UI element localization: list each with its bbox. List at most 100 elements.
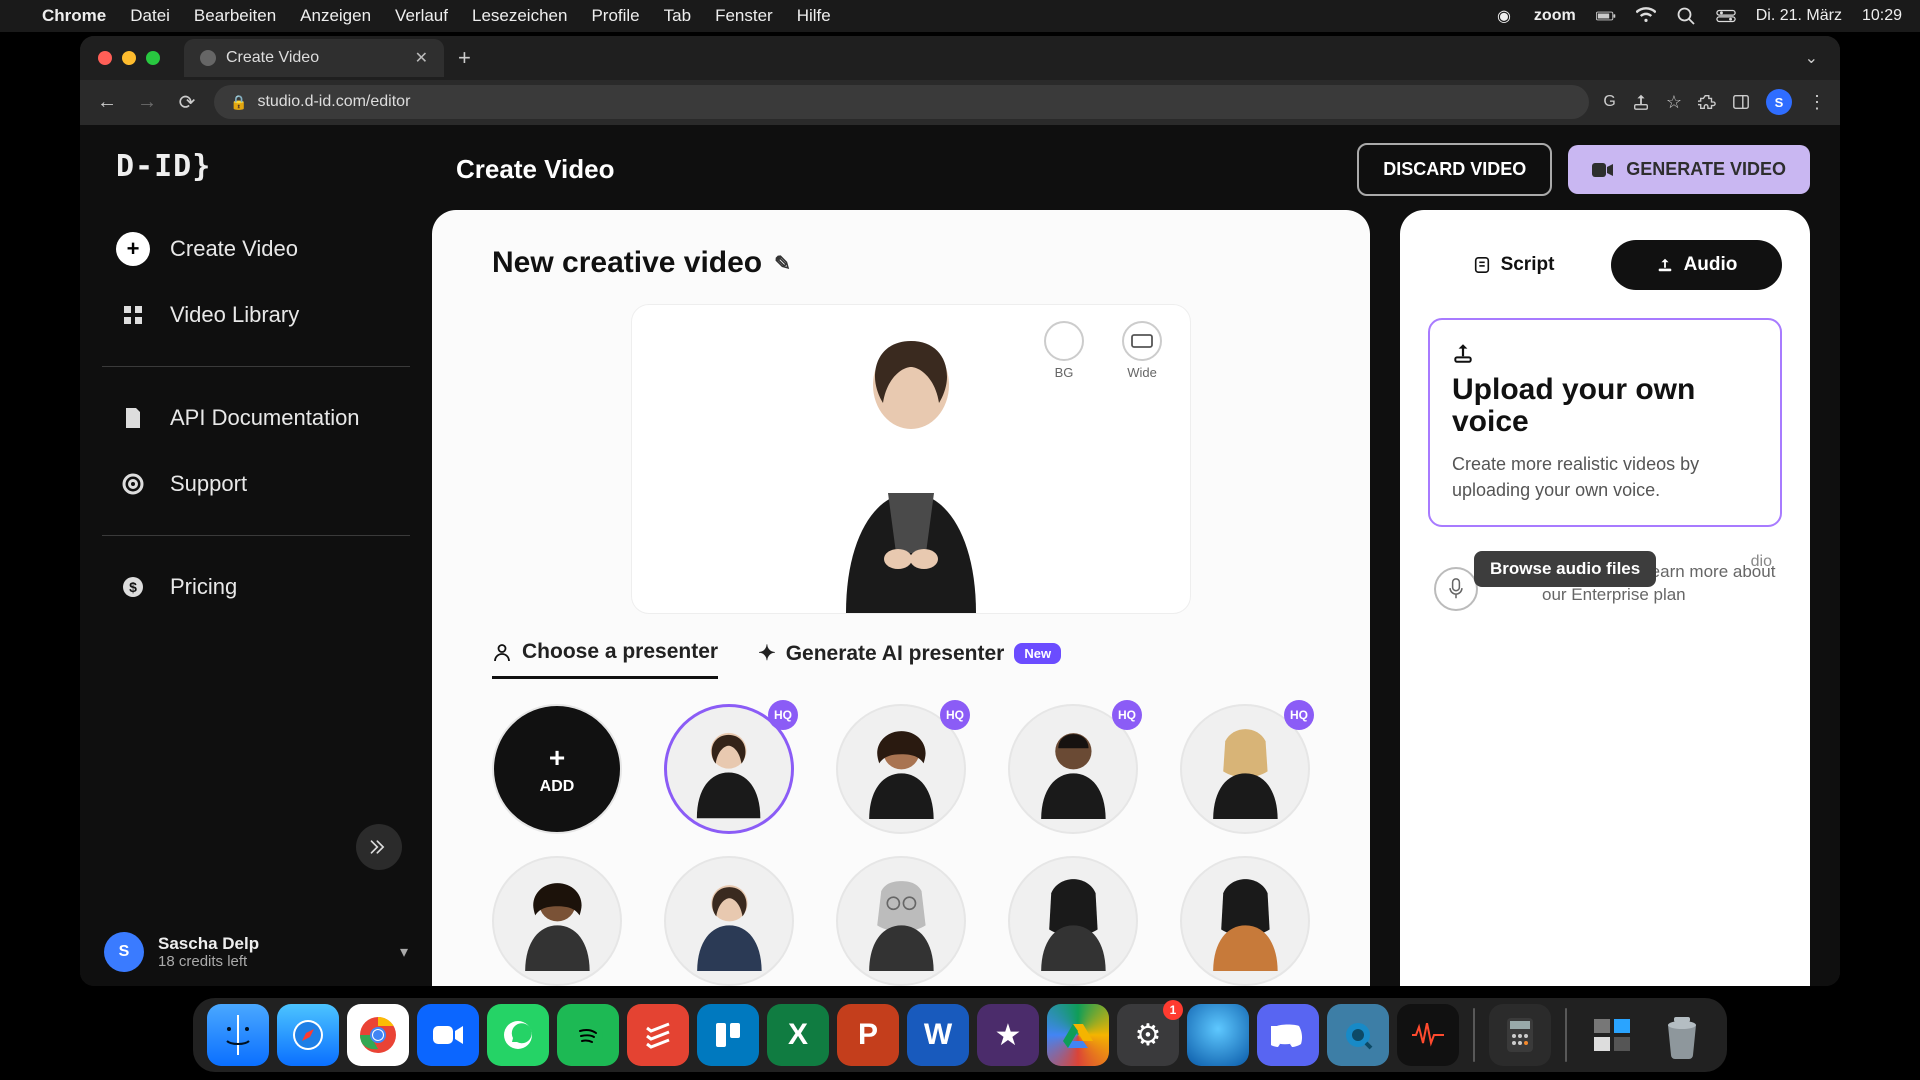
menubar-app-name[interactable]: Chrome [42,6,106,26]
dock-chrome-icon[interactable] [347,1004,409,1066]
editor-stage: New creative video ✎ [432,210,1370,986]
menubar-date[interactable]: Di. 21. März [1756,7,1842,25]
sparkle-icon: ✦ [758,641,776,666]
right-panel: Script Audio [1400,210,1810,986]
person-icon [492,642,512,662]
share-icon[interactable] [1632,93,1650,111]
aspect-wide-button[interactable]: Wide [1110,321,1174,380]
dock-imovie-icon[interactable]: ★ [977,1004,1039,1066]
presenter-option[interactable] [1008,856,1138,986]
nav-back-button[interactable]: ← [94,91,120,114]
sidebar-item-pricing[interactable]: $ Pricing [98,554,414,620]
window-minimize-icon[interactable] [122,51,136,65]
dock-safari-icon[interactable] [277,1004,339,1066]
profile-avatar[interactable]: S [1766,89,1792,115]
dock-finder-icon[interactable] [207,1004,269,1066]
background-picker-button[interactable]: BG [1032,321,1096,380]
window-zoom-icon[interactable] [146,51,160,65]
dock-discord-icon[interactable] [1257,1004,1319,1066]
tab-script[interactable]: Script [1428,240,1599,290]
brand-logo[interactable]: D-ID} [80,141,432,208]
add-presenter-button[interactable]: + ADD [492,704,622,834]
menubar-item[interactable]: Lesezeichen [472,6,567,26]
window-close-icon[interactable] [98,51,112,65]
tab-close-icon[interactable]: ✕ [415,48,428,68]
sidebar-item-label: Support [170,471,247,497]
clone-audio-suffix: dio [1751,553,1772,571]
dock-zoom-icon[interactable] [417,1004,479,1066]
wifi-icon[interactable] [1636,6,1656,26]
tab-generate-presenter[interactable]: ✦ Generate AI presenter New [758,641,1061,678]
record-status-icon[interactable]: ◉ [1494,6,1514,26]
search-icon[interactable] [1676,6,1696,26]
presenter-option[interactable] [664,856,794,986]
menubar-time[interactable]: 10:29 [1862,7,1902,25]
extensions-icon[interactable] [1698,93,1716,111]
menubar-item[interactable]: Verlauf [395,6,448,26]
button-label: GENERATE VIDEO [1626,159,1786,180]
upload-voice-card[interactable]: Upload your own voice Create more realis… [1428,318,1782,527]
sidebar-item-support[interactable]: Support [98,451,414,517]
dock-googledrive-icon[interactable] [1047,1004,1109,1066]
dock-siri-icon[interactable] [1187,1004,1249,1066]
dock-word-icon[interactable]: W [907,1004,969,1066]
menubar-item[interactable]: Hilfe [797,6,831,26]
dock-settings-icon[interactable]: ⚙1 [1117,1004,1179,1066]
translate-icon[interactable]: G [1603,93,1615,111]
dock-calculator-icon[interactable] [1489,1004,1551,1066]
browser-tab[interactable]: Create Video ✕ [184,39,444,77]
new-tab-button[interactable]: + [458,45,471,71]
menubar-item[interactable]: Bearbeiten [194,6,276,26]
sidebar-item-label: Video Library [170,302,299,328]
macos-dock: X P W ★ ⚙1 [0,990,1920,1080]
dock-excel-icon[interactable]: X [767,1004,829,1066]
control-center-icon[interactable] [1716,6,1736,26]
sidebar-item-create-video[interactable]: + Create Video [98,216,414,282]
document-icon [116,401,150,435]
sidebar-user-account[interactable]: S Sascha Delp 18 credits left ▾ [104,932,408,972]
tab-choose-presenter[interactable]: Choose a presenter [492,640,718,679]
menubar-item[interactable]: Profile [591,6,639,26]
hq-badge: HQ [768,700,798,730]
dock-trash-icon[interactable] [1651,1004,1713,1066]
dock-spotify-icon[interactable] [557,1004,619,1066]
menubar-item[interactable]: Anzeigen [300,6,371,26]
menubar-item[interactable]: Tab [664,6,691,26]
dock-quicktime-icon[interactable] [1327,1004,1389,1066]
dock-todoist-icon[interactable] [627,1004,689,1066]
dock-downloads-icon[interactable] [1581,1004,1643,1066]
url-text: studio.d-id.com/editor [257,93,410,111]
microphone-icon[interactable] [1434,567,1478,611]
presenter-option[interactable] [492,856,622,986]
notification-badge: 1 [1163,1000,1183,1020]
presenter-option[interactable] [836,856,966,986]
dock-whatsapp-icon[interactable] [487,1004,549,1066]
browser-menu-icon[interactable]: ⋮ [1808,92,1826,113]
sidebar-collapse-button[interactable] [356,824,402,870]
generate-video-button[interactable]: GENERATE VIDEO [1568,145,1810,194]
nav-forward-button[interactable]: → [134,91,160,114]
address-bar[interactable]: 🔒 studio.d-id.com/editor [214,85,1589,119]
menubar-item[interactable]: Datei [130,6,170,26]
nav-reload-button[interactable]: ⟳ [174,90,200,115]
battery-icon[interactable] [1596,6,1616,26]
sidebar-item-api-docs[interactable]: API Documentation [98,385,414,451]
tabs-overflow-icon[interactable]: ⌄ [1805,48,1818,68]
sidebar-item-video-library[interactable]: Video Library [98,282,414,348]
project-title[interactable]: New creative video [492,246,762,280]
discard-video-button[interactable]: DISCARD VIDEO [1357,143,1552,196]
app-topbar: Create Video DISCARD VIDEO GENERATE VIDE… [432,125,1840,210]
sidebar-divider [102,535,410,536]
dock-separator [1565,1008,1567,1062]
tab-audio[interactable]: Audio [1611,240,1782,290]
sidepanel-icon[interactable] [1732,93,1750,111]
edit-icon[interactable]: ✎ [774,251,791,276]
zoom-status[interactable]: zoom [1534,7,1576,25]
presenter-option[interactable] [1180,856,1310,986]
dock-powerpoint-icon[interactable]: P [837,1004,899,1066]
dock-audio-app-icon[interactable] [1397,1004,1459,1066]
chevron-down-icon: ▾ [400,942,408,962]
menubar-item[interactable]: Fenster [715,6,773,26]
dock-trello-icon[interactable] [697,1004,759,1066]
bookmark-icon[interactable]: ☆ [1666,92,1682,113]
